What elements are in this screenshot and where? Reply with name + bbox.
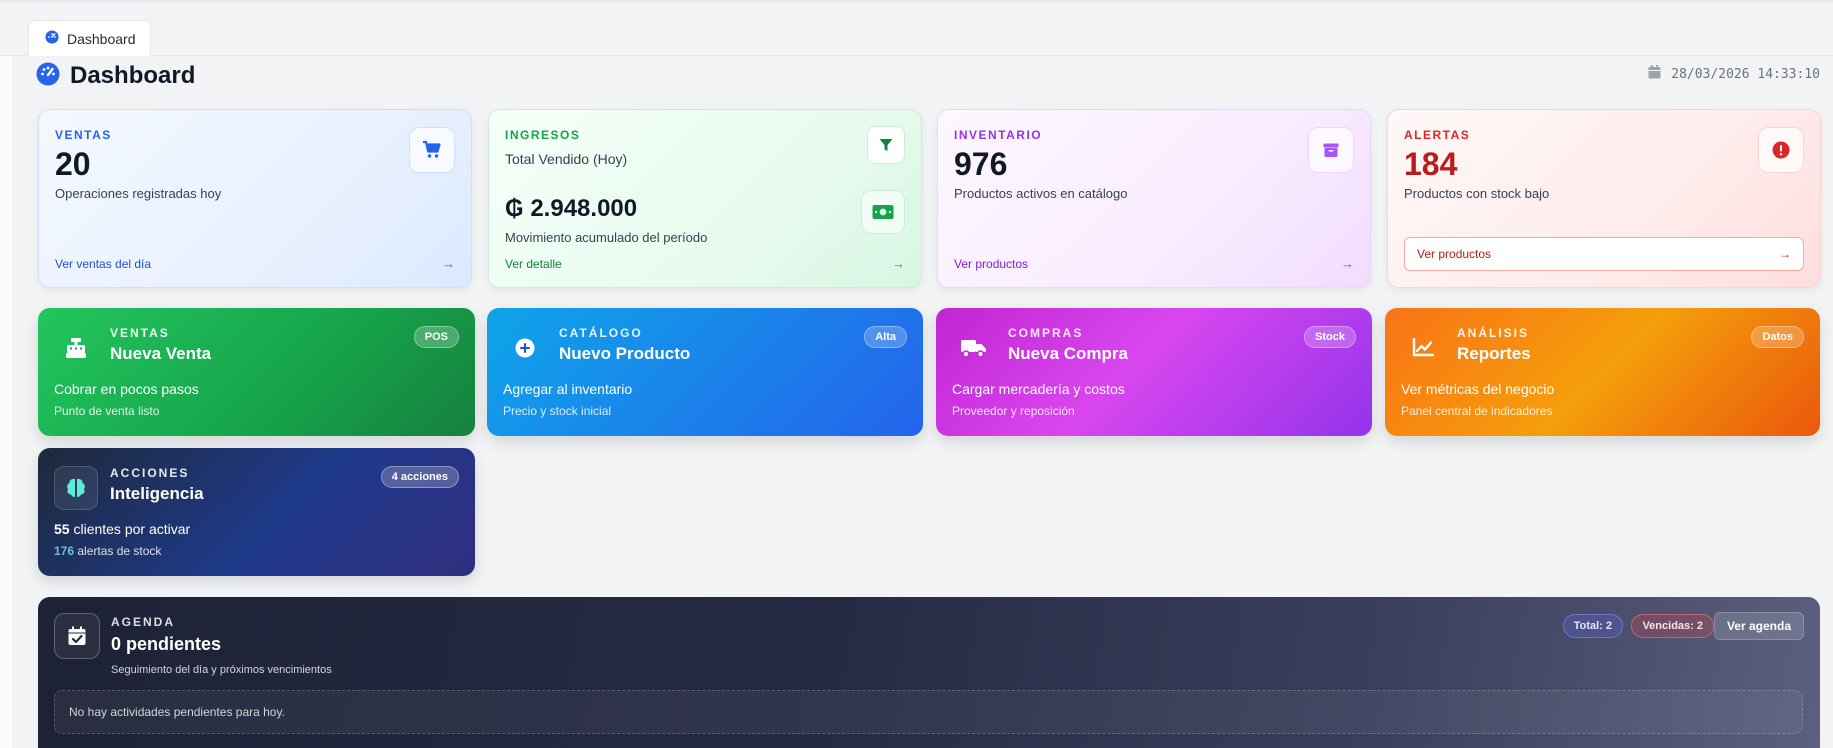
link-ver-detalle[interactable]: Ver detalle (505, 257, 562, 271)
agenda-kicker: AGENDA (111, 615, 176, 629)
action-card-inteligencia[interactable]: ACCIONES Inteligencia 55 clientes por ac… (38, 448, 475, 576)
stat-label: INGRESOS (505, 128, 581, 142)
alerts-text: alertas de stock (74, 544, 162, 558)
alerts-count: 176 (54, 544, 75, 558)
brain-icon (54, 466, 98, 510)
action-title: Nuevo Producto (559, 344, 691, 363)
agenda-total-badge: Total: 2 (1562, 614, 1623, 638)
line-chart-icon (1401, 326, 1445, 370)
stat-value: 184 (1404, 146, 1458, 182)
dashboard-gauge-icon (36, 62, 60, 91)
top-shade (0, 0, 1833, 4)
action-title: Nueva Compra (1008, 344, 1128, 363)
action-kicker: ACCIONES (110, 466, 190, 480)
action-kicker: ANÁLISIS (1457, 326, 1530, 340)
stat-desc: Movimiento acumulado del período (505, 230, 708, 245)
agenda-empty-state: No hay actividades pendientes para hoy. (54, 690, 1803, 734)
stat-label: ALERTAS (1404, 128, 1471, 142)
agenda-vencidas-badge: Vencidas: 2 (1631, 614, 1714, 638)
stat-desc: Productos con stock bajo (1404, 186, 1550, 201)
stat-card-inventario: INVENTARIO 976 Productos activos en catá… (937, 109, 1371, 288)
tab-label: Dashboard (67, 30, 136, 47)
action-card-reportes[interactable]: ANÁLISIS Reportes Ver métricas del negoc… (1385, 308, 1820, 436)
action-title: Reportes (1457, 344, 1531, 363)
button-ver-productos-alertas[interactable]: Ver productos → (1404, 237, 1804, 271)
action-line1: Ver métricas del negocio (1401, 381, 1555, 397)
action-kicker: CATÁLOGO (559, 326, 643, 340)
dashboard-icon (45, 30, 59, 47)
filter-icon[interactable] (867, 126, 905, 164)
money-icon (861, 190, 905, 234)
stat-label: VENTAS (55, 128, 112, 142)
ver-agenda-button[interactable]: Ver agenda (1713, 612, 1804, 640)
alert-circle-icon (1758, 127, 1804, 173)
page-title: Dashboard (70, 62, 196, 89)
left-strip (0, 56, 14, 748)
stat-value: ₲ 2.948.000 (505, 195, 638, 222)
action-line1: Cobrar en pocos pasos (54, 381, 199, 397)
arrow-right-icon[interactable]: → (442, 256, 455, 271)
stat-card-ingresos: INGRESOS Total Vendido (Hoy) ₲ 2.948.000… (488, 109, 922, 288)
calendar-icon (1648, 65, 1661, 83)
stat-desc: Operaciones registradas hoy (55, 186, 222, 201)
agenda-subtitle: Seguimiento del día y próximos vencimien… (111, 664, 332, 676)
action-badge: 4 acciones (380, 466, 459, 488)
action-line2: Precio y stock inicial (503, 404, 612, 418)
arrow-right-icon: → (1779, 247, 1791, 261)
stat-label: INVENTARIO (954, 128, 1043, 142)
action-card-nueva-compra[interactable]: COMPRAS Nueva Compra Cargar mercadería y… (936, 308, 1372, 436)
clients-count: 55 (54, 521, 70, 537)
cart-icon (409, 127, 455, 173)
agenda-title: 0 pendientes (111, 634, 222, 654)
action-line2: Panel central de indicadores (1401, 404, 1553, 418)
link-ver-productos[interactable]: Ver productos (954, 257, 1028, 271)
truck-icon (952, 326, 996, 370)
action-kicker: COMPRAS (1008, 326, 1084, 340)
box-icon (1308, 127, 1354, 173)
action-line1: Cargar mercadería y costos (952, 381, 1125, 397)
button-label: Ver productos (1417, 247, 1492, 261)
agenda-panel: AGENDA 0 pendientes Seguimiento del día … (38, 597, 1820, 748)
plus-circle-icon (503, 326, 547, 370)
datetime-display: 28/03/2026 14:33:10 (1648, 64, 1820, 84)
stat-card-ventas: VENTAS 20 Operaciones registradas hoy Ve… (38, 109, 472, 288)
clients-text: clientes por activar (69, 521, 191, 537)
link-ver-ventas[interactable]: Ver ventas del día (55, 257, 151, 271)
stat-subtitle: Total Vendido (Hoy) (505, 151, 628, 167)
action-badge: Alta (864, 326, 907, 348)
stat-value: 976 (954, 146, 1008, 182)
action-title: Nueva Venta (110, 344, 212, 363)
cash-register-icon (54, 326, 98, 370)
action-card-nueva-venta[interactable]: VENTAS Nueva Venta Cobrar en pocos pasos… (38, 308, 475, 436)
action-kicker: VENTAS (110, 326, 170, 340)
action-title: Inteligencia (110, 484, 204, 503)
stat-card-alertas: ALERTAS 184 Productos con stock bajo Ver… (1387, 109, 1821, 288)
action-badge: Datos (1751, 326, 1804, 348)
arrow-right-icon[interactable]: → (1341, 256, 1354, 271)
tab-dashboard[interactable]: Dashboard (28, 20, 151, 56)
stat-value: 20 (55, 146, 91, 182)
arrow-right-icon[interactable]: → (892, 256, 905, 271)
action-card-nuevo-producto[interactable]: CATÁLOGO Nuevo Producto Agregar al inven… (487, 308, 923, 436)
action-line1: Agregar al inventario (503, 381, 633, 397)
action-badge: POS (413, 326, 459, 348)
action-line2: Proveedor y reposición (952, 404, 1075, 418)
calendar-check-icon (54, 613, 100, 659)
action-line2: 176 alertas de stock (54, 544, 161, 558)
action-line2: Punto de venta listo (54, 404, 160, 418)
action-badge: Stock (1304, 326, 1356, 348)
stat-desc: Productos activos en catálogo (954, 186, 1128, 201)
page-header: Dashboard (36, 60, 195, 92)
datetime-text: 28/03/2026 14:33:10 (1671, 66, 1820, 82)
top-bar: Dashboard (0, 0, 1833, 56)
action-line1: 55 clientes por activar (54, 521, 190, 537)
